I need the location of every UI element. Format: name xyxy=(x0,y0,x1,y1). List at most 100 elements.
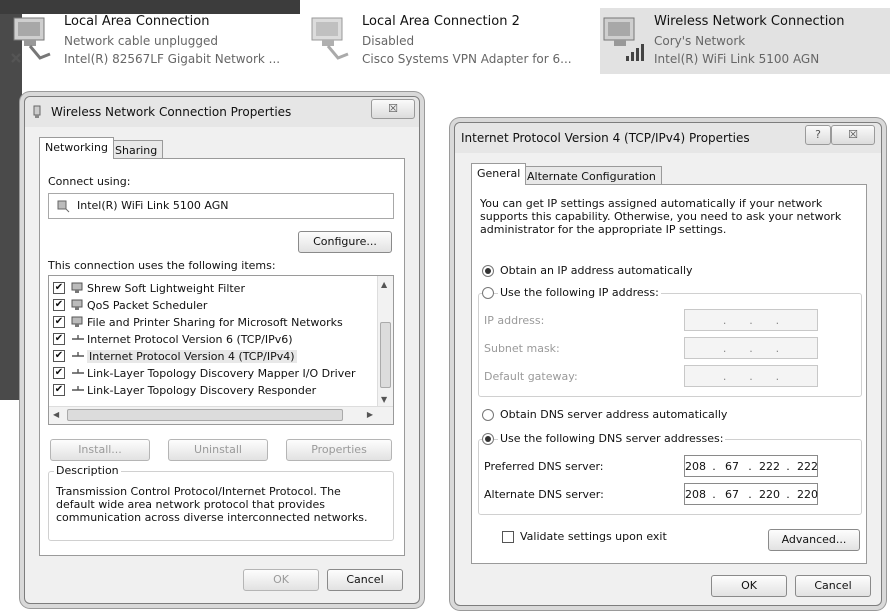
alternate-dns-field[interactable]: 208. 67. 220. 220 xyxy=(684,483,818,505)
scroll-up-icon[interactable]: ▲ xyxy=(381,280,387,289)
obtain-ip-auto-radio[interactable] xyxy=(482,265,494,277)
item-checkbox[interactable]: ✔ xyxy=(53,367,65,379)
properties-button[interactable]: Properties xyxy=(286,439,392,461)
preferred-dns-label: Preferred DNS server: xyxy=(484,460,604,473)
subnet-mask-field: ... xyxy=(684,337,818,359)
network-adapter-icon xyxy=(11,17,51,63)
network-properties-icon xyxy=(33,105,41,118)
protocol-icon xyxy=(71,350,85,362)
connection-status: Network cable unplugged xyxy=(64,34,219,48)
cancel-button[interactable]: Cancel xyxy=(795,575,871,597)
alternate-dns-octet-3[interactable]: 220 xyxy=(759,488,780,501)
validate-settings-label: Validate settings upon exit xyxy=(520,530,667,543)
general-panel: You can get IP settings assigned automat… xyxy=(471,184,867,564)
scroll-left-icon[interactable]: ◀ xyxy=(53,410,59,419)
preferred-dns-octet-1[interactable]: 208 xyxy=(685,460,706,473)
scroll-thumb-horizontal[interactable] xyxy=(67,409,343,421)
protocol-icon xyxy=(71,384,85,396)
preferred-dns-octet-3[interactable]: 222 xyxy=(759,460,780,473)
tab-sharing[interactable]: Sharing xyxy=(109,140,164,159)
preferred-dns-octet-4[interactable]: 222 xyxy=(797,460,818,473)
items-label: This connection uses the following items… xyxy=(48,259,276,272)
preferred-dns-octet-2[interactable]: 67 xyxy=(723,460,741,473)
close-button[interactable]: ☒ xyxy=(371,99,415,119)
alternate-dns-octet-1[interactable]: 208 xyxy=(685,488,706,501)
alternate-dns-label: Alternate DNS server: xyxy=(484,488,604,501)
obtain-ip-auto-label: Obtain an IP address automatically xyxy=(500,264,693,277)
adapter-name: Intel(R) WiFi Link 5100 AGN xyxy=(77,199,229,212)
list-vertical-scrollbar[interactable]: ▲ ▼ xyxy=(377,276,393,406)
wireless-adapter-icon xyxy=(603,17,644,61)
close-button[interactable]: ☒ xyxy=(831,125,875,145)
connection-local-area-2[interactable]: Local Area Connection 2 Disabled Cisco S… xyxy=(308,8,598,74)
alternate-dns-octet-4[interactable]: 220 xyxy=(797,488,818,501)
scroll-thumb[interactable] xyxy=(380,322,391,388)
ok-button[interactable]: OK xyxy=(711,575,787,597)
item-checkbox[interactable]: ✔ xyxy=(53,299,65,311)
preferred-dns-field[interactable]: 208. 67. 222. 222 xyxy=(684,455,818,477)
item-label: Shrew Soft Lightweight Filter xyxy=(87,282,245,295)
connect-using-label: Connect using: xyxy=(48,175,131,188)
ipv4-properties-dialog: Internet Protocol Version 4 (TCP/IPv4) P… xyxy=(454,122,882,606)
item-label: Link-Layer Topology Discovery Mapper I/O… xyxy=(87,367,356,380)
item-label: QoS Packet Scheduler xyxy=(87,299,208,312)
connection-adapter: Cisco Systems VPN Adapter for 6... xyxy=(362,52,572,66)
item-label: Internet Protocol Version 6 (TCP/IPv6) xyxy=(87,333,293,346)
components-list[interactable]: ✔ Shrew Soft Lightweight Filter ✔ QoS Packe… xyxy=(48,275,394,425)
obtain-dns-auto-radio[interactable] xyxy=(482,409,494,421)
dialog-title: Internet Protocol Version 4 (TCP/IPv4) P… xyxy=(461,131,750,145)
default-gateway-field: ... xyxy=(684,365,818,387)
protocol-icon xyxy=(71,333,85,345)
adapter-icon xyxy=(57,200,70,213)
item-checkbox[interactable]: ✔ xyxy=(53,333,65,345)
description-text: Transmission Control Protocol/Internet P… xyxy=(56,485,368,524)
cancel-button[interactable]: Cancel xyxy=(327,569,403,591)
connection-status: Cory's Network xyxy=(654,34,746,48)
list-horizontal-scrollbar[interactable]: ◀ ▶ xyxy=(49,406,393,424)
scroll-right-icon[interactable]: ▶ xyxy=(367,410,373,419)
wireless-properties-dialog: Wireless Network Connection Properties ☒… xyxy=(24,96,420,604)
help-button[interactable]: ? xyxy=(805,125,831,145)
install-button[interactable]: Install... xyxy=(50,439,150,461)
use-following-dns-label: Use the following DNS server addresses: xyxy=(498,432,726,445)
default-gateway-label: Default gateway: xyxy=(484,370,578,383)
ip-address-field: ... xyxy=(684,309,818,331)
dialog-title: Wireless Network Connection Properties xyxy=(51,105,292,119)
ok-button[interactable]: OK xyxy=(243,569,319,591)
networking-panel: Connect using: Intel(R) WiFi Link 5100 A… xyxy=(39,158,405,556)
tab-networking[interactable]: Networking xyxy=(39,137,114,159)
network-service-icon xyxy=(71,316,85,328)
uninstall-button[interactable]: Uninstall xyxy=(168,439,268,461)
connection-wireless[interactable]: Wireless Network Connection Cory's Netwo… xyxy=(600,8,890,74)
description-title: Description xyxy=(54,464,121,477)
connection-adapter: Intel(R) 82567LF Gigabit Network ... xyxy=(64,52,281,66)
connection-status: Disabled xyxy=(362,34,415,48)
item-label: Link-Layer Topology Discovery Responder xyxy=(87,384,317,397)
validate-settings-checkbox[interactable] xyxy=(502,531,514,543)
configure-button[interactable]: Configure... xyxy=(298,231,392,253)
item-label: Internet Protocol Version 4 (TCP/IPv4) xyxy=(87,350,297,363)
alternate-dns-octet-2[interactable]: 67 xyxy=(723,488,741,501)
use-following-dns-radio[interactable] xyxy=(482,433,494,445)
adapter-field: Intel(R) WiFi Link 5100 AGN xyxy=(48,193,394,219)
item-checkbox[interactable]: ✔ xyxy=(53,384,65,396)
network-service-icon xyxy=(71,282,85,294)
tab-alternate-configuration[interactable]: Alternate Configuration xyxy=(521,166,662,185)
scroll-down-icon[interactable]: ▼ xyxy=(381,395,387,404)
item-label: File and Printer Sharing for Microsoft N… xyxy=(87,316,343,329)
connection-local-area[interactable]: Local Area Connection Network cable unpl… xyxy=(10,8,300,74)
use-following-ip-label: Use the following IP address: xyxy=(498,286,661,299)
item-checkbox[interactable]: ✔ xyxy=(53,316,65,328)
obtain-dns-auto-label: Obtain DNS server address automatically xyxy=(500,408,728,421)
item-checkbox[interactable]: ✔ xyxy=(53,350,65,362)
tab-general[interactable]: General xyxy=(471,163,527,185)
protocol-icon xyxy=(71,367,85,379)
intro-text: You can get IP settings assigned automat… xyxy=(480,197,842,236)
network-adapter-icon xyxy=(311,17,349,60)
ip-address-label: IP address: xyxy=(484,314,545,327)
subnet-mask-label: Subnet mask: xyxy=(484,342,560,355)
item-checkbox[interactable]: ✔ xyxy=(53,282,65,294)
network-service-icon xyxy=(71,299,85,311)
advanced-button[interactable]: Advanced... xyxy=(768,529,860,551)
use-following-ip-radio[interactable] xyxy=(482,287,494,299)
